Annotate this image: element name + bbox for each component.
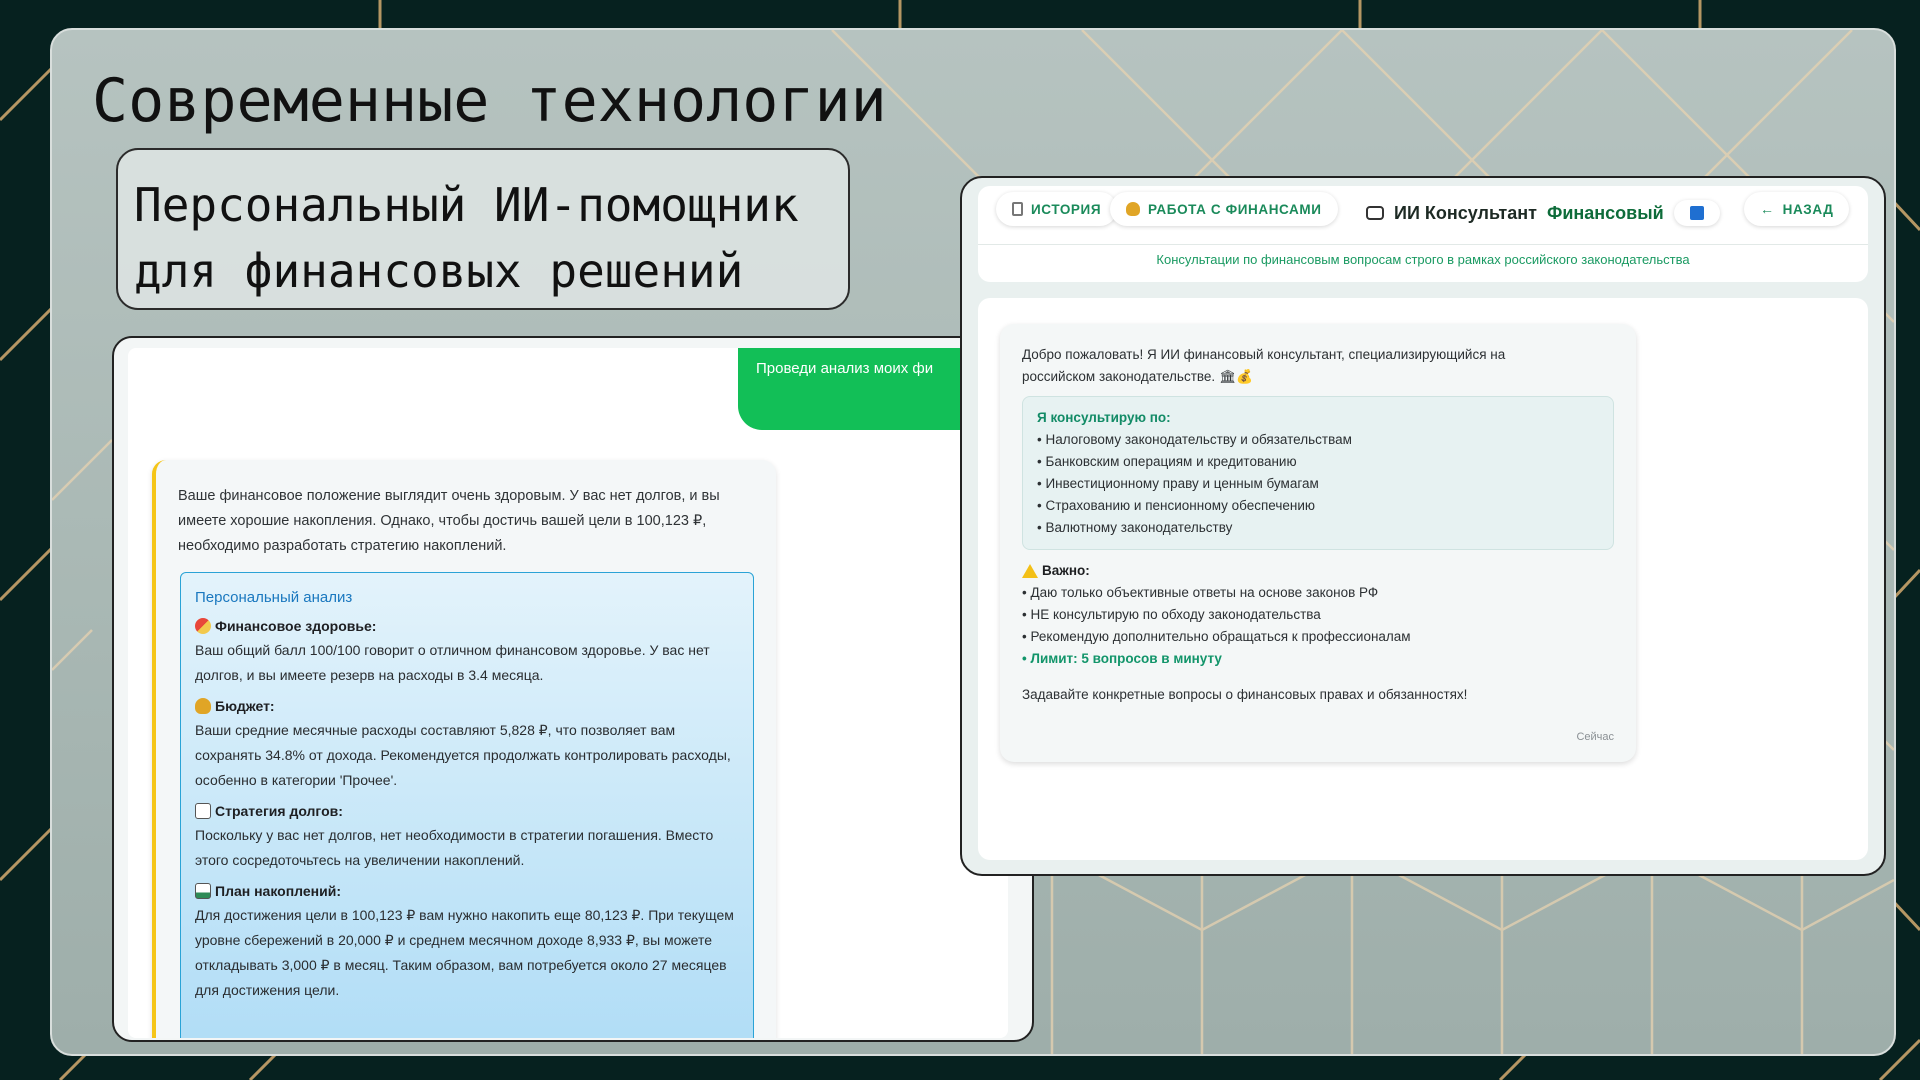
important-item: • Даю только объективные ответы на основ…: [1022, 585, 1379, 600]
money-bag-icon: [195, 698, 211, 714]
money-bag-icon: [1126, 202, 1140, 216]
personal-analysis-box: Персональный анализ Финансовое здоровье:…: [180, 572, 754, 1038]
subtitle-box: Персональный ИИ-помощник для финансовых …: [116, 148, 850, 310]
chat-bubble-icon: [1366, 206, 1384, 220]
important-item: • НЕ консультирую по обходу законодатель…: [1022, 607, 1321, 622]
clipboard-icon: [1012, 202, 1023, 216]
consult-item: • Валютному законодательству: [1037, 520, 1233, 535]
section-title-savings: План накоплений:: [195, 883, 739, 899]
important-item: • Рекомендую дополнительно обращаться к …: [1022, 629, 1411, 644]
rate-limit-note: • Лимит: 5 вопросов в минуту: [1022, 651, 1222, 666]
consultant-subtitle: Консультации по финансовым вопросам стро…: [1156, 252, 1690, 267]
section-text-health: Ваш общий балл 100/100 говорит о отлично…: [195, 642, 710, 683]
history-button[interactable]: ИСТОРИЯ: [996, 192, 1118, 226]
section-title-debts: Стратегия долгов:: [195, 803, 739, 819]
welcome-line-2: российском законодательстве. 🏛💰: [1022, 369, 1253, 384]
important-title: Важно:: [1022, 560, 1614, 582]
closing-text: Задавайте конкретные вопросы о финансовы…: [1022, 687, 1468, 702]
subtitle-line-1: Персональный ИИ-помощник: [134, 178, 799, 232]
consult-item: • Страхованию и пенсионному обеспечению: [1037, 498, 1316, 513]
pill-icon: [195, 618, 211, 634]
analysis-title: Персональный анализ: [195, 589, 353, 606]
section-text-debts: Поскольку у вас нет долгов, нет необходи…: [195, 827, 714, 868]
header-divider: [978, 244, 1868, 245]
warning-icon: [1022, 564, 1038, 578]
consult-topics-box: Я консультирую по: • Налоговому законода…: [1022, 396, 1614, 550]
message-timestamp: Сейчас: [1576, 731, 1614, 743]
section-title-health: Финансовое здоровье:: [195, 618, 739, 634]
finance-work-button[interactable]: РАБОТА С ФИНАНСАМИ: [1110, 192, 1338, 226]
slide-title: Современные технологии: [92, 66, 887, 136]
consult-topics-title: Я консультирую по:: [1037, 410, 1171, 425]
ai-response-card: Ваше финансовое положение выглядит очень…: [152, 460, 776, 1038]
consult-item: • Банковским операциям и кредитованию: [1037, 454, 1297, 469]
section-text-savings: Для достижения цели в 100,123 ₽ вам нужн…: [195, 907, 734, 998]
chart-down-icon: [195, 803, 211, 819]
chart-up-icon: [195, 883, 211, 899]
consult-item: • Инвестиционному праву и ценным бумагам: [1037, 476, 1319, 491]
chat-area: Проведи анализ моих фи Ваше финансовое п…: [128, 348, 1008, 1038]
consultant-screenshot: ИСТОРИЯ РАБОТА С ФИНАНСАМИ ИИ Консультан…: [960, 176, 1886, 876]
ai-response-intro: Ваше финансовое положение выглядит очень…: [178, 488, 720, 554]
consult-item: • Налоговому законодательству и обязател…: [1037, 432, 1352, 447]
welcome-message: Добро пожаловать! Я ИИ финансовый консул…: [1000, 324, 1636, 762]
consultant-header: ИСТОРИЯ РАБОТА С ФИНАНСАМИ ИИ Консультан…: [978, 186, 1868, 282]
back-button[interactable]: ← НАЗАД: [1744, 192, 1850, 226]
arrow-left-icon: ←: [1760, 201, 1775, 217]
section-text-budget: Ваши средние месячные расходы составляют…: [195, 722, 731, 788]
subtitle-line-2: для финансовых решений: [134, 244, 744, 298]
consultant-title: ИИ Консультант Финансовый: [1366, 200, 1720, 226]
analysis-screenshot: Проведи анализ моих фи Ваше финансовое п…: [112, 336, 1034, 1042]
chat-panel: Добро пожаловать! Я ИИ финансовый консул…: [978, 298, 1868, 860]
info-icon[interactable]: [1673, 200, 1720, 226]
welcome-line-1: Добро пожаловать! Я ИИ финансовый консул…: [1022, 347, 1506, 362]
section-title-budget: Бюджет:: [195, 698, 739, 714]
slide: Современные технологии Персональный ИИ-п…: [50, 28, 1896, 1056]
